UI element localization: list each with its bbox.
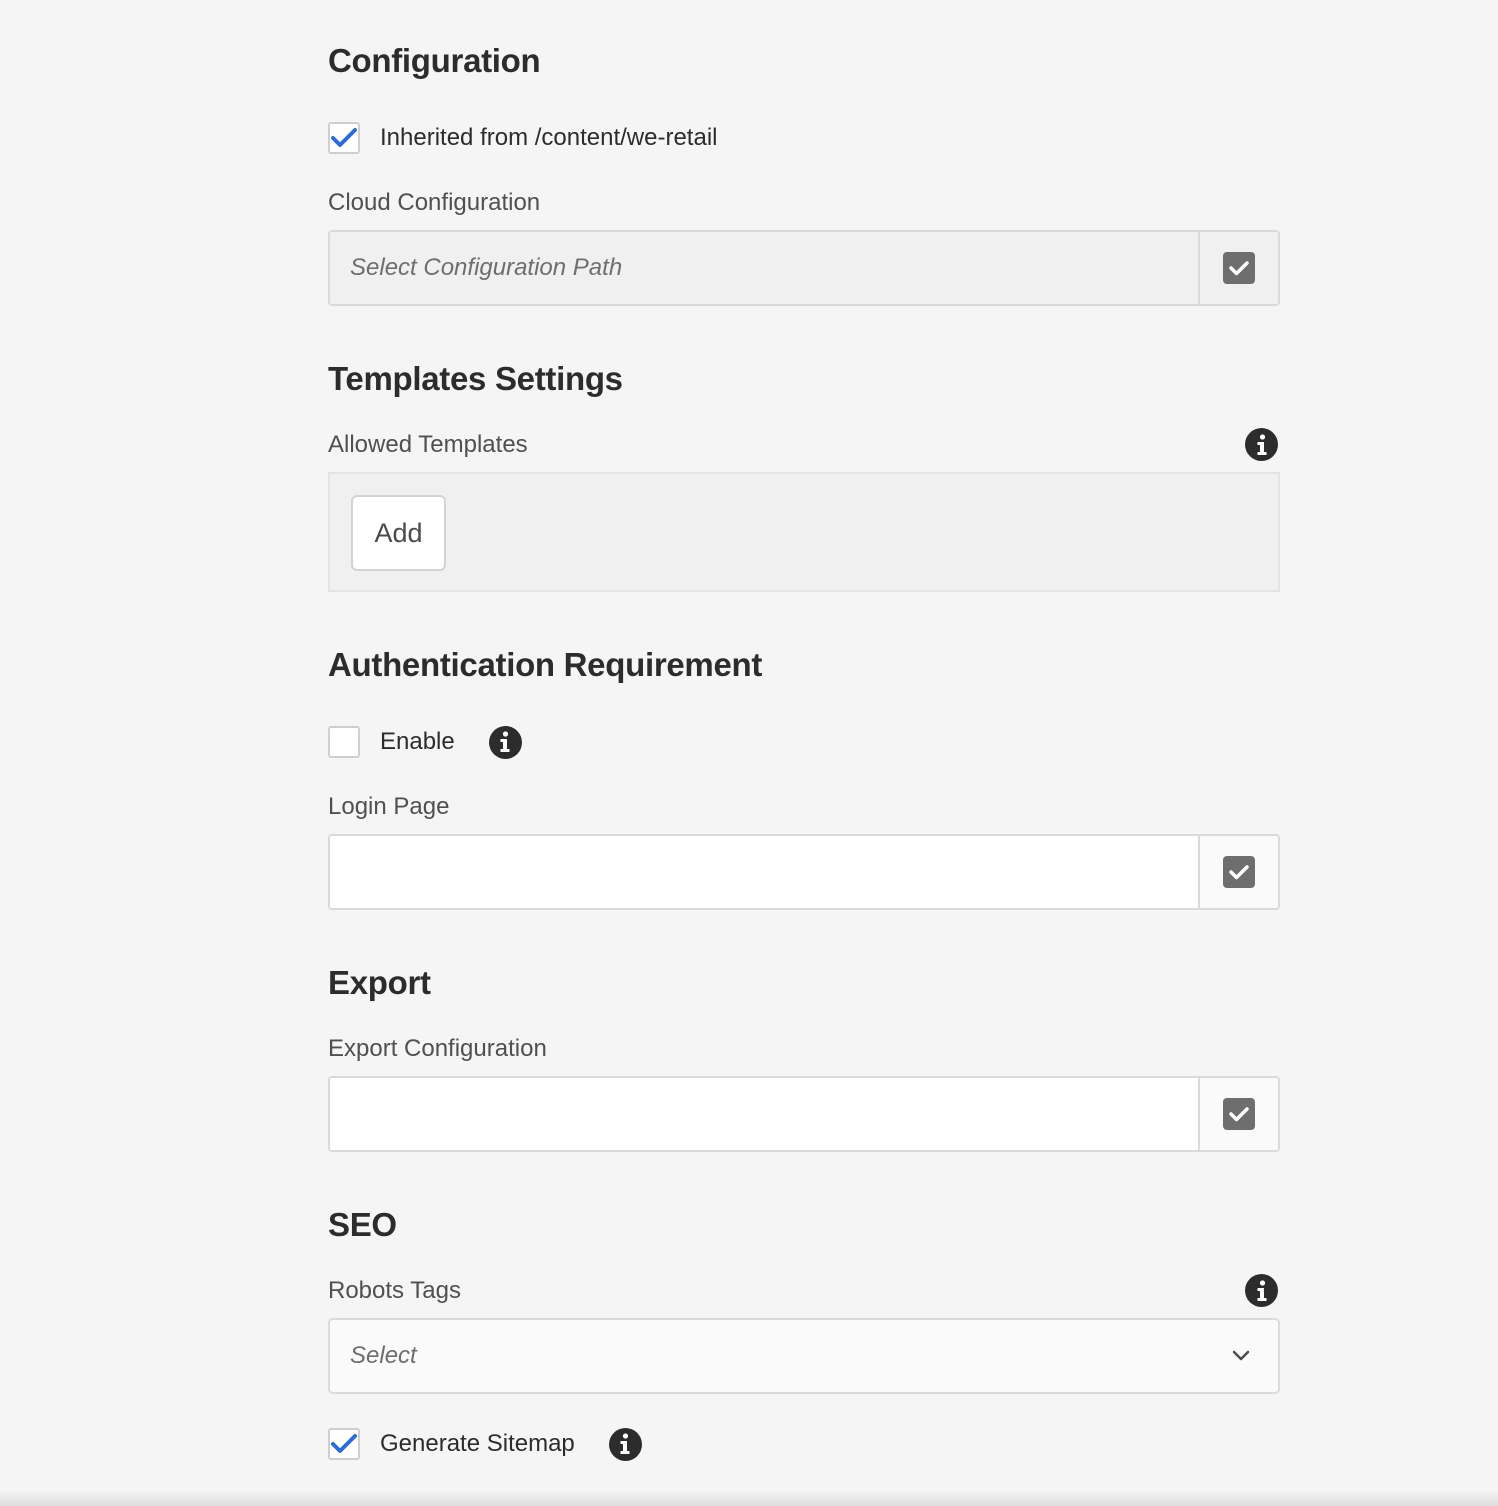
generate-sitemap-checkbox[interactable] (328, 1428, 360, 1460)
page-properties-form: Configuration Inherited from /content/we… (0, 0, 1498, 1506)
chevron-down-icon (1232, 1350, 1250, 1361)
section-title-templates: Templates Settings (328, 360, 623, 397)
section-title-configuration: Configuration (328, 42, 541, 79)
section-title-seo: SEO (328, 1206, 397, 1243)
form-content: Configuration Inherited from /content/we… (328, 0, 1280, 1461)
info-icon[interactable] (608, 1427, 642, 1461)
cloud-configuration-pathfield: Select Configuration Path (328, 230, 1280, 306)
allowed-templates-label: Allowed Templates (328, 431, 528, 458)
export-configuration-label: Export Configuration (328, 1035, 547, 1062)
cloud-configuration-input[interactable]: Select Configuration Path (330, 232, 1198, 304)
add-template-button[interactable]: Add (351, 495, 446, 571)
export-configuration-pathfield (328, 1076, 1280, 1152)
section-title-authentication: Authentication Requirement (328, 646, 763, 683)
login-page-picker-button[interactable] (1198, 836, 1278, 908)
checkmark-square-icon (1223, 252, 1255, 284)
checkmark-square-icon (1223, 1098, 1255, 1130)
allowed-templates-multifield: Add (328, 472, 1280, 592)
info-icon[interactable] (488, 725, 522, 759)
login-page-input[interactable] (330, 836, 1198, 908)
checkmark-icon (331, 128, 357, 147)
cloud-configuration-picker-button[interactable] (1198, 232, 1278, 304)
enable-label: Enable (380, 728, 455, 755)
checkmark-square-icon (1223, 856, 1255, 888)
robots-tags-select[interactable]: Select (328, 1318, 1280, 1394)
inherited-label: Inherited from /content/we-retail (380, 124, 718, 151)
robots-tags-selected-value: Select (350, 1342, 417, 1369)
enable-checkbox[interactable] (328, 726, 360, 758)
inherited-checkbox-row: Inherited from /content/we-retail (328, 120, 718, 156)
generate-sitemap-label: Generate Sitemap (380, 1430, 575, 1457)
login-page-label: Login Page (328, 793, 450, 820)
robots-tags-label: Robots Tags (328, 1277, 461, 1304)
export-configuration-input[interactable] (330, 1078, 1198, 1150)
section-title-export: Export (328, 964, 431, 1001)
generate-sitemap-checkbox-row: Generate Sitemap (328, 1426, 642, 1462)
info-icon[interactable] (1245, 1274, 1278, 1307)
inherited-checkbox[interactable] (328, 122, 360, 154)
cloud-configuration-label: Cloud Configuration (328, 189, 541, 216)
checkmark-icon (331, 1434, 357, 1453)
enable-checkbox-row: Enable (328, 724, 522, 760)
info-icon[interactable] (1245, 428, 1278, 461)
login-page-pathfield (328, 834, 1280, 910)
export-configuration-picker-button[interactable] (1198, 1078, 1278, 1150)
bottom-shadow (0, 1490, 1498, 1506)
